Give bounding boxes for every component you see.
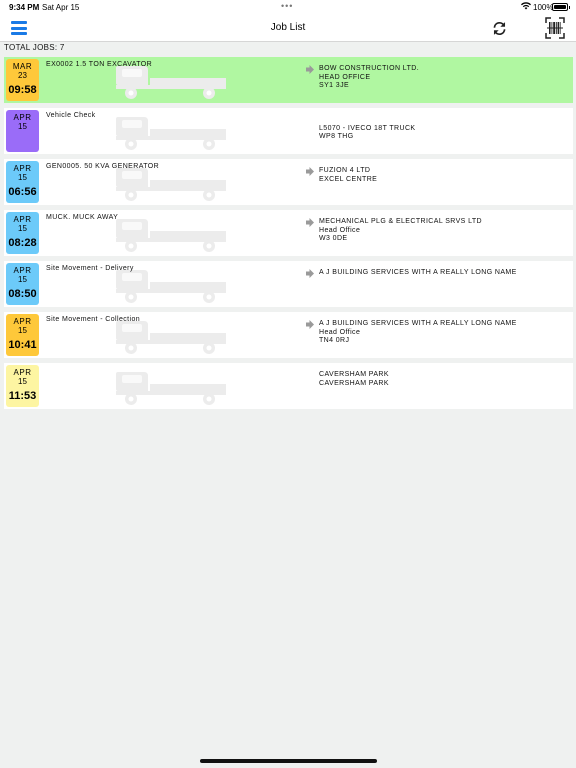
address-line: HEAD OFFICE	[319, 73, 371, 81]
job-address: BOW CONSTRUCTION LTD. HEAD OFFICE SY1 3JE	[319, 65, 419, 91]
date-badge-time: 08:50	[8, 288, 37, 300]
date-badge-month: APR	[13, 266, 32, 275]
job-address: MECHANICAL PLG & ELECTRICAL SRVS LTD Head…	[319, 218, 482, 244]
truck-icon	[114, 318, 228, 354]
date-badge: APR 15 10:41	[6, 314, 39, 356]
job-row[interactable]: APR 15 11:53 CAVERSHAM PARK CAVERSHAM PARK	[4, 363, 573, 409]
date-badge-day: 15	[18, 326, 27, 335]
truck-icon	[114, 63, 228, 99]
arrow-right-icon	[305, 163, 314, 176]
multitasking-dots[interactable]: •••	[281, 1, 293, 11]
wifi-icon	[521, 2, 531, 10]
address-line	[319, 116, 415, 125]
date-badge: APR 15 06:56	[6, 161, 39, 203]
address-line: CAVERSHAM PARK	[319, 371, 389, 378]
date-badge-month: MAR	[12, 62, 33, 71]
job-list: MAR 23 09:58 EX0002 1.5 TON EXCAVATOR BOW CO…	[4, 57, 573, 414]
arrow-right-icon	[305, 61, 314, 74]
truck-icon	[114, 165, 228, 201]
date-badge-day: 15	[18, 377, 27, 386]
total-jobs-label: TOTAL JOBS: 7	[4, 43, 65, 52]
date-badge-month: APR	[13, 113, 32, 122]
status-date: Sat Apr 15	[42, 3, 80, 12]
address-line: WP8 THG	[319, 133, 354, 140]
address-line: FUZION 4 LTD	[319, 167, 371, 174]
truck-icon	[114, 216, 228, 252]
job-description: GEN0005. 50 KVA GENERATOR	[46, 163, 160, 170]
date-badge-time: 06:56	[8, 186, 37, 198]
date-badge-month: APR	[13, 368, 32, 377]
job-address: A J BUILDING SERVICES WITH A REALLY LONG…	[319, 320, 517, 346]
status-bar: 9:34 PM Sat Apr 15 ••• 100%	[0, 0, 576, 14]
address-line: Head Office	[319, 328, 361, 336]
date-badge-day: 15	[18, 173, 27, 182]
arrow-right-icon	[305, 265, 314, 278]
battery-percentage: 100%	[533, 3, 554, 12]
date-badge: APR 15 08:50	[6, 263, 39, 305]
address-line: Head Office	[319, 226, 361, 234]
job-address: L5070 - IVECO 18T TRUCK WP8 THG	[319, 116, 415, 142]
home-indicator[interactable]	[200, 759, 377, 763]
job-address: CAVERSHAM PARK CAVERSHAM PARK	[319, 371, 389, 388]
arrow-right-icon	[305, 214, 314, 227]
date-badge: MAR 23 09:58	[6, 59, 39, 101]
address-line: BOW CONSTRUCTION LTD.	[319, 65, 420, 72]
date-badge: APR 15	[6, 110, 39, 152]
date-badge-time: 08:28	[8, 237, 37, 249]
job-address: FUZION 4 LTD EXCEL CENTRE	[319, 167, 377, 184]
nav-bar: Job List	[0, 14, 576, 42]
truck-icon	[114, 369, 228, 405]
job-address: A J BUILDING SERVICES WITH A REALLY LONG…	[319, 269, 517, 278]
date-badge-day: 23	[18, 71, 27, 80]
address-line: A J BUILDING SERVICES WITH A REALLY LONG…	[319, 269, 517, 276]
job-description: Vehicle Check	[46, 112, 96, 119]
date-badge: APR 15 08:28	[6, 212, 39, 254]
address-line: A J BUILDING SERVICES WITH A REALLY LONG…	[319, 320, 517, 327]
date-badge-day: 15	[18, 122, 27, 131]
address-line: TN4 0RJ	[319, 337, 350, 344]
job-row[interactable]: APR 15 08:50 Site Movement - Delivery A J BU…	[4, 261, 573, 307]
job-row[interactable]: APR 15 10:41 Site Movement - Collection A J …	[4, 312, 573, 358]
date-badge-month: APR	[13, 215, 32, 224]
date-badge: APR 15 11:53	[6, 365, 39, 407]
job-row[interactable]: APR 15 Vehicle Check L5070 - IVECO 18T TRU…	[4, 108, 573, 154]
address-line: SY1 3JE	[319, 82, 350, 89]
address-line: EXCEL CENTRE	[319, 175, 378, 183]
barcode-scan-icon[interactable]	[545, 17, 565, 39]
job-description: EX0002 1.5 TON EXCAVATOR	[46, 61, 153, 68]
address-line: L5070 - IVECO 18T TRUCK	[319, 124, 416, 132]
address-line: W3 0DE	[319, 235, 348, 242]
date-badge-time: 09:58	[8, 84, 37, 96]
truck-icon	[114, 267, 228, 303]
job-description: MUCK. MUCK AWAY	[46, 214, 119, 221]
date-badge-time: 10:41	[8, 339, 37, 351]
arrow-right-icon	[305, 316, 314, 329]
battery-icon	[552, 3, 570, 11]
address-line: MECHANICAL PLG & ELECTRICAL SRVS LTD	[319, 218, 482, 225]
refresh-icon[interactable]	[491, 20, 508, 37]
job-row[interactable]: MAR 23 09:58 EX0002 1.5 TON EXCAVATOR BOW CO…	[4, 57, 573, 103]
date-badge-day: 15	[18, 224, 27, 233]
job-description: Site Movement - Collection	[46, 316, 141, 323]
job-row[interactable]: APR 15 08:28 MUCK. MUCK AWAY MECHANICAL PLG …	[4, 210, 573, 256]
truck-icon	[114, 114, 228, 150]
page-title: Job List	[270, 22, 306, 33]
date-badge-month: APR	[13, 164, 32, 173]
job-row[interactable]: APR 15 06:56 GEN0005. 50 KVA GENERATOR FUZIO…	[4, 159, 573, 205]
status-time: 9:34 PM	[9, 3, 40, 12]
date-badge-day: 15	[18, 275, 27, 284]
date-badge-time: 11:53	[8, 390, 37, 402]
address-line: CAVERSHAM PARK	[319, 379, 389, 387]
date-badge-month: APR	[13, 317, 32, 326]
job-description: Site Movement - Delivery	[46, 265, 134, 272]
